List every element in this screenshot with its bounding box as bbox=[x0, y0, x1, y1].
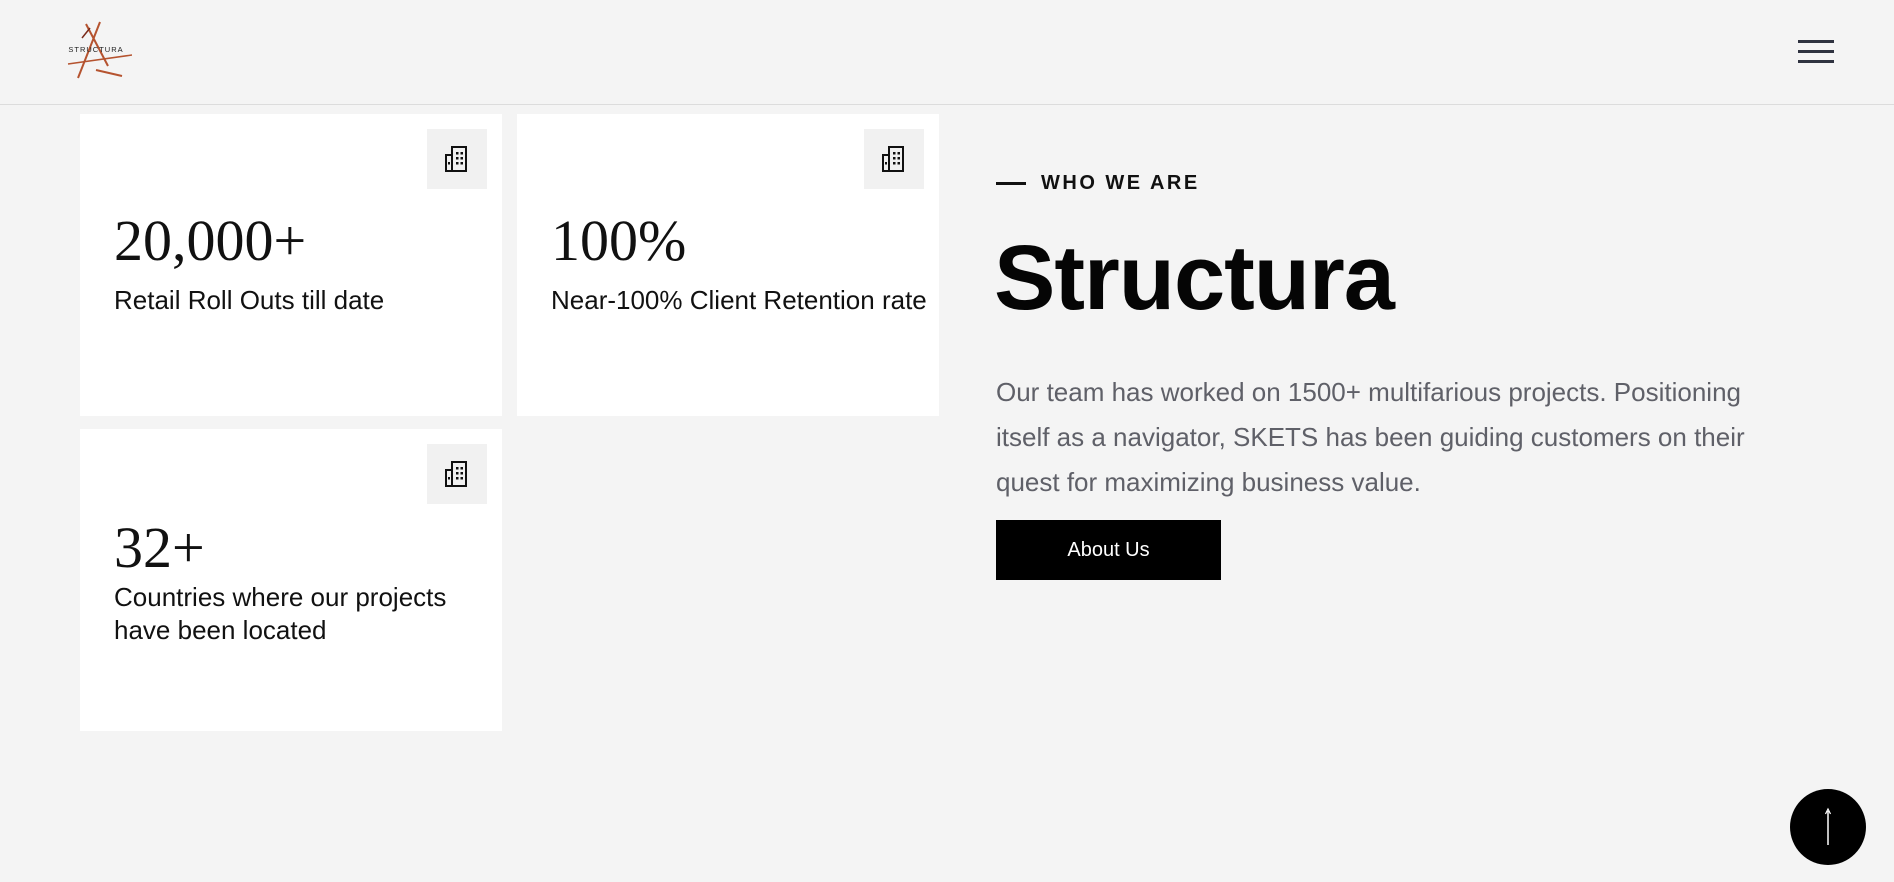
stat-card-retention: 100% Near-100% Client Retention rate bbox=[517, 114, 939, 416]
arrow-up-icon bbox=[1825, 807, 1831, 845]
structura-logo[interactable]: STRUCTURA bbox=[60, 20, 132, 80]
eyebrow-text: WHO WE ARE bbox=[1041, 172, 1200, 194]
section-title: Structura bbox=[994, 227, 1395, 329]
building-icon bbox=[427, 444, 487, 504]
stat-value: 100% bbox=[551, 208, 687, 273]
stat-label: Near-100% Client Retention rate bbox=[551, 285, 927, 315]
section-eyebrow: WHO WE ARE bbox=[996, 172, 1200, 195]
stat-value: 20,000+ bbox=[114, 208, 307, 273]
building-icon bbox=[427, 129, 487, 189]
stat-value: 32+ bbox=[114, 515, 205, 580]
eyebrow-line bbox=[996, 182, 1026, 185]
about-us-button[interactable]: About Us bbox=[996, 520, 1221, 580]
logo-text: STRUCTURA bbox=[68, 45, 124, 54]
stat-label: Countries where our projects have been l… bbox=[114, 582, 447, 645]
site-header: STRUCTURA bbox=[0, 0, 1894, 105]
scroll-to-top-button[interactable] bbox=[1790, 789, 1866, 865]
stat-card-retail: 20,000+ Retail Roll Outs till date bbox=[80, 114, 502, 416]
stat-label: Retail Roll Outs till date bbox=[114, 285, 385, 315]
section-description: Our team has worked on 1500+ multifariou… bbox=[996, 377, 1745, 497]
hamburger-menu-icon[interactable] bbox=[1794, 36, 1834, 66]
building-icon bbox=[864, 129, 924, 189]
stat-card-countries: 32+ Countries where our projects have be… bbox=[80, 429, 502, 731]
